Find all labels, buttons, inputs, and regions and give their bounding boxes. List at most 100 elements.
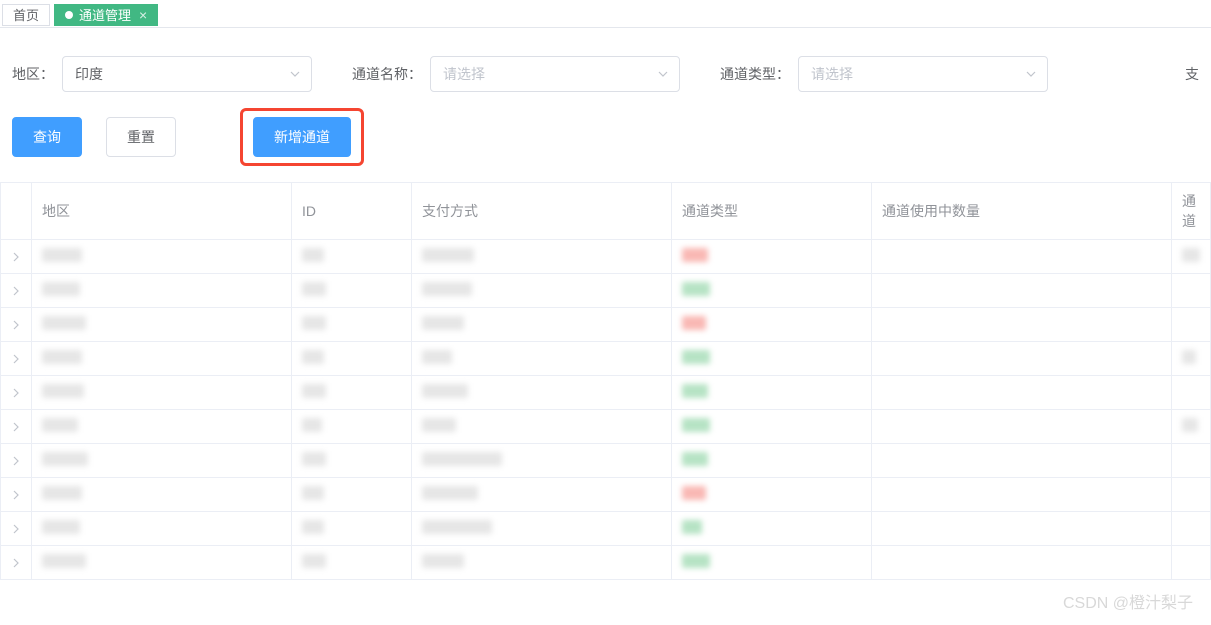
cell-pay-method bbox=[412, 308, 672, 342]
cell-in-use-count bbox=[872, 444, 1172, 478]
cell-pay-method bbox=[412, 512, 672, 546]
table-row bbox=[1, 478, 1211, 512]
cell-channel-type bbox=[672, 546, 872, 580]
expand-toggle[interactable] bbox=[1, 240, 32, 274]
add-channel-button-label: 新增通道 bbox=[274, 127, 330, 147]
expand-toggle[interactable] bbox=[1, 444, 32, 478]
region-value: 印度 bbox=[75, 64, 103, 84]
cell-channel-type bbox=[672, 308, 872, 342]
cell-pay-method bbox=[412, 376, 672, 410]
cell-channel bbox=[1172, 444, 1211, 478]
expand-toggle[interactable] bbox=[1, 376, 32, 410]
cell-region bbox=[32, 512, 292, 546]
channel-name-select[interactable]: 请选择 bbox=[430, 56, 680, 92]
cell-id bbox=[292, 546, 412, 580]
cell-channel bbox=[1172, 410, 1211, 444]
cell-region bbox=[32, 410, 292, 444]
cell-in-use-count bbox=[872, 478, 1172, 512]
channel-type-placeholder: 请选择 bbox=[811, 64, 853, 84]
filter-channel-type: 通道类型： 请选择 bbox=[720, 56, 1048, 92]
reset-button[interactable]: 重置 bbox=[106, 117, 176, 157]
add-channel-button[interactable]: 新增通道 bbox=[253, 117, 351, 157]
cell-channel-type bbox=[672, 512, 872, 546]
cell-id bbox=[292, 444, 412, 478]
channel-type-select[interactable]: 请选择 bbox=[798, 56, 1048, 92]
cell-id bbox=[292, 478, 412, 512]
cell-channel bbox=[1172, 546, 1211, 580]
cell-channel-type bbox=[672, 274, 872, 308]
table-row bbox=[1, 410, 1211, 444]
table-row bbox=[1, 240, 1211, 274]
table-row bbox=[1, 512, 1211, 546]
expand-toggle[interactable] bbox=[1, 410, 32, 444]
cell-in-use-count bbox=[872, 410, 1172, 444]
cell-id bbox=[292, 376, 412, 410]
expand-toggle[interactable] bbox=[1, 342, 32, 376]
cell-region bbox=[32, 478, 292, 512]
cell-region bbox=[32, 308, 292, 342]
tab-home[interactable]: 首页 bbox=[2, 4, 50, 26]
cell-in-use-count bbox=[872, 342, 1172, 376]
reset-button-label: 重置 bbox=[127, 127, 155, 147]
cell-pay-method bbox=[412, 478, 672, 512]
search-button[interactable]: 查询 bbox=[12, 117, 82, 157]
cell-channel-type bbox=[672, 240, 872, 274]
table-row bbox=[1, 308, 1211, 342]
button-row: 查询 重置 新增通道 bbox=[0, 100, 1211, 182]
header-id: ID bbox=[292, 183, 412, 240]
expand-toggle[interactable] bbox=[1, 274, 32, 308]
region-label: 地区： bbox=[12, 64, 54, 84]
watermark: CSDN @橙汁梨子 bbox=[1063, 589, 1193, 613]
cell-pay-method bbox=[412, 444, 672, 478]
cell-channel bbox=[1172, 308, 1211, 342]
header-expand bbox=[1, 183, 32, 240]
filter-channel-name: 通道名称： 请选择 bbox=[352, 56, 680, 92]
cell-in-use-count bbox=[872, 546, 1172, 580]
cell-channel-type bbox=[672, 478, 872, 512]
chevron-down-icon bbox=[1025, 68, 1037, 80]
chevron-down-icon bbox=[289, 68, 301, 80]
cell-region bbox=[32, 546, 292, 580]
header-pay-method: 支付方式 bbox=[412, 183, 672, 240]
cell-id bbox=[292, 342, 412, 376]
close-icon[interactable]: × bbox=[139, 7, 147, 23]
filter-bar: 地区： 印度 通道名称： 请选择 通道类型： 请选择 支 bbox=[0, 28, 1211, 100]
table-row bbox=[1, 444, 1211, 478]
header-channel-type: 通道类型 bbox=[672, 183, 872, 240]
expand-toggle[interactable] bbox=[1, 308, 32, 342]
cell-id bbox=[292, 274, 412, 308]
cell-region bbox=[32, 274, 292, 308]
cell-channel bbox=[1172, 376, 1211, 410]
cell-region bbox=[32, 342, 292, 376]
cell-pay-method bbox=[412, 240, 672, 274]
cell-channel bbox=[1172, 342, 1211, 376]
cell-id bbox=[292, 410, 412, 444]
extra-filter-label: 支 bbox=[1185, 64, 1199, 84]
expand-toggle[interactable] bbox=[1, 512, 32, 546]
cell-channel-type bbox=[672, 410, 872, 444]
header-region: 地区 bbox=[32, 183, 292, 240]
cell-id bbox=[292, 512, 412, 546]
filter-region: 地区： 印度 bbox=[12, 56, 312, 92]
cell-channel-type bbox=[672, 376, 872, 410]
cell-channel bbox=[1172, 512, 1211, 546]
search-button-label: 查询 bbox=[33, 127, 61, 147]
cell-channel bbox=[1172, 478, 1211, 512]
table-row bbox=[1, 546, 1211, 580]
table-row bbox=[1, 342, 1211, 376]
active-dot-icon bbox=[65, 11, 73, 19]
cell-channel-type bbox=[672, 342, 872, 376]
tab-channel-management[interactable]: 通道管理 × bbox=[54, 4, 158, 26]
cell-pay-method bbox=[412, 342, 672, 376]
region-select[interactable]: 印度 bbox=[62, 56, 312, 92]
expand-toggle[interactable] bbox=[1, 478, 32, 512]
expand-toggle[interactable] bbox=[1, 546, 32, 580]
cell-pay-method bbox=[412, 410, 672, 444]
tabs-bar: 首页 通道管理 × bbox=[0, 0, 1211, 28]
add-channel-highlight: 新增通道 bbox=[240, 108, 364, 166]
cell-id bbox=[292, 308, 412, 342]
chevron-down-icon bbox=[657, 68, 669, 80]
channel-type-label: 通道类型： bbox=[720, 64, 790, 84]
cell-in-use-count bbox=[872, 240, 1172, 274]
cell-channel bbox=[1172, 274, 1211, 308]
